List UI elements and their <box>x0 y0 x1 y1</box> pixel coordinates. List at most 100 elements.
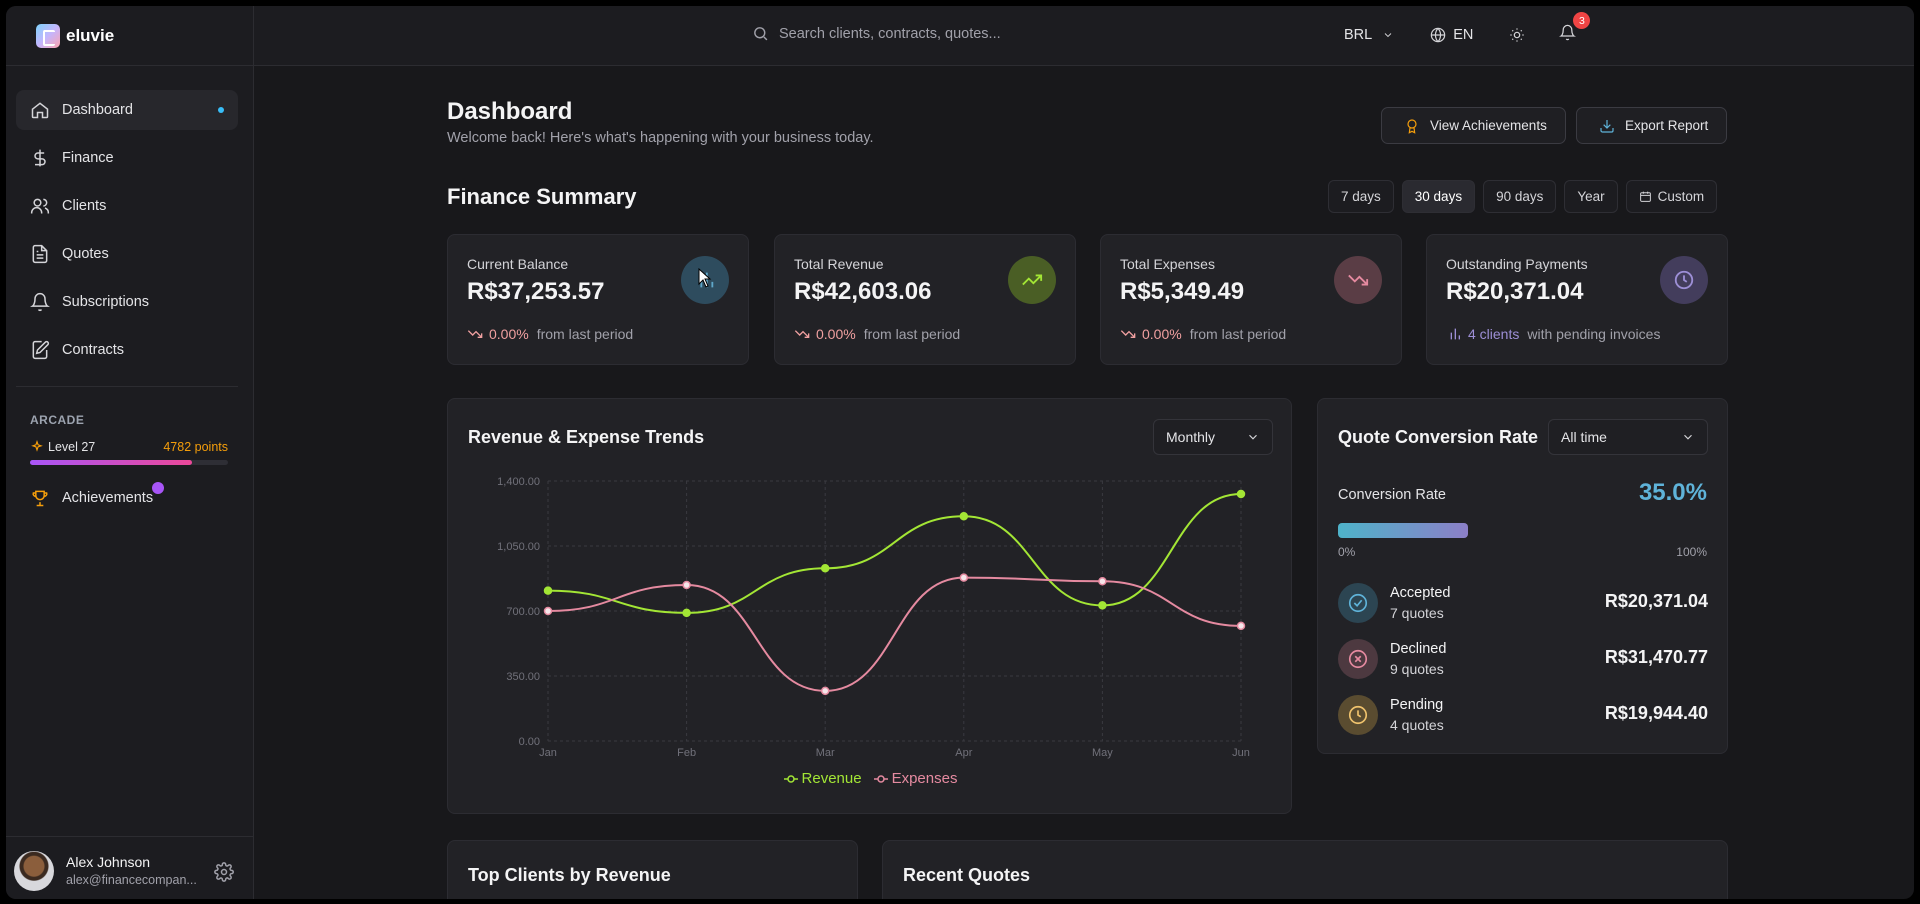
language-value: EN <box>1453 26 1474 43</box>
page-subtitle: Welcome back! Here's what's happening wi… <box>447 130 874 146</box>
legend-revenue[interactable]: Revenue <box>783 770 862 787</box>
quote-amount: R$19,944.40 <box>1604 703 1708 723</box>
data-point-revenue <box>1098 601 1107 610</box>
sidebar-item-finance[interactable]: Finance <box>16 138 238 178</box>
chevron-down-icon <box>1684 434 1692 440</box>
trending-down-icon <box>1348 274 1369 286</box>
stat-value: R$20,371.04 <box>1446 278 1584 305</box>
trends-card: Revenue & Expense Trends Monthly 0.00 350… <box>447 398 1292 814</box>
active-indicator <box>218 107 224 113</box>
quote-row-accepted: Accepted 7 quotes R$20,371.04 <box>1338 583 1708 631</box>
clock-icon <box>1674 270 1694 290</box>
search-icon <box>754 27 768 41</box>
quote-amount: R$31,470.77 <box>1604 647 1708 667</box>
range-90-days[interactable]: 90 days <box>1483 180 1557 213</box>
conversion-title: Quote Conversion Rate <box>1338 427 1539 447</box>
stat-label: Outstanding Payments <box>1446 256 1588 272</box>
range-custom[interactable]: Custom <box>1625 180 1718 213</box>
main-content: Dashboard Welcome back! Here's what's ha… <box>254 66 1914 899</box>
level-text: Level 27 <box>48 440 96 454</box>
data-point-expenses <box>959 573 969 582</box>
top-clients-card: Top Clients by Revenue <box>447 840 858 899</box>
clock-icon <box>1348 705 1368 725</box>
legend-expenses[interactable]: Expenses <box>873 770 957 787</box>
quote-status: Pending <box>1390 697 1444 713</box>
y-tick-label: 0.00 <box>519 736 540 748</box>
stat-change: 0.00% from last period <box>467 326 633 342</box>
topbar: Search clients, contracts, quotes... BRL… <box>254 6 1914 66</box>
sidebar-item-achievements[interactable]: Achievements <box>30 482 164 508</box>
recent-quotes-title: Recent Quotes <box>903 865 1031 885</box>
y-tick-label: 350.00 <box>506 671 540 683</box>
trend-chart: 0.00 350.00 700.00 1,050.00 1,400.00 Jan Feb Ma… <box>497 476 1250 759</box>
check-circle-icon <box>1348 593 1368 613</box>
top-clients-title: Top Clients by Revenue <box>468 865 671 885</box>
conversion-label: Conversion Rate <box>1338 487 1446 503</box>
language-select[interactable]: EN <box>1430 27 1473 43</box>
data-point-revenue <box>820 564 830 573</box>
currency-select[interactable]: BRL <box>1344 27 1394 43</box>
conversion-card: Quote Conversion Rate All time Conversio… <box>1317 398 1728 754</box>
conversion-period-select[interactable]: All time <box>1548 419 1708 455</box>
bell-icon <box>1559 24 1577 41</box>
quote-status: Accepted <box>1390 585 1451 601</box>
page-title: Dashboard <box>447 98 573 125</box>
mouse-cursor-icon <box>698 268 712 288</box>
notifications-button[interactable]: 3 <box>1559 12 1591 45</box>
topbar-actions: BRL EN 3 <box>1344 12 1591 45</box>
level-row: Level 27 4782 points <box>30 440 228 454</box>
sidebar-item-label: Subscriptions <box>62 294 150 310</box>
trending-down-icon <box>794 330 810 338</box>
stat-change-value: 0.00% <box>1142 326 1182 342</box>
sidebar-item-contracts[interactable]: Contracts <box>16 330 238 370</box>
x-tick-label: Mar <box>816 747 835 759</box>
button-label: Export Report <box>1625 118 1709 133</box>
sidebar-item-clients[interactable]: Clients <box>16 186 238 226</box>
data-point-expenses <box>820 686 830 696</box>
contract-icon <box>32 340 50 360</box>
globe-icon <box>1430 27 1446 42</box>
user-profile[interactable]: Alex Johnson alex@financecompan... <box>6 836 254 899</box>
sun-icon[interactable] <box>1509 27 1525 43</box>
arcade-title: ARCADE <box>30 413 85 427</box>
search-input[interactable]: Search clients, contracts, quotes... <box>752 25 1001 42</box>
conversion-rate: 35.0% <box>1638 479 1707 506</box>
range-30-days[interactable]: 30 days <box>1401 180 1476 213</box>
stat-card-expenses: Total Expenses R$5,349.49 0.00% from las… <box>1100 234 1402 365</box>
x-tick-label: Feb <box>677 747 696 759</box>
divider <box>16 386 238 387</box>
export-report-button[interactable]: Export Report <box>1576 107 1727 144</box>
brand-name: eluvie <box>66 26 115 45</box>
logo[interactable]: eluvie <box>36 24 114 48</box>
sidebar-item-subscriptions[interactable]: Subscriptions <box>16 282 238 322</box>
y-tick-label: 700.00 <box>506 606 540 618</box>
q-icon <box>1338 639 1378 679</box>
button-label: View Achievements <box>1430 118 1547 133</box>
user-name: Alex Johnson <box>66 854 151 870</box>
stat-card-outstanding: Outstanding Payments R$20,371.04 4 clien… <box>1426 234 1728 365</box>
data-point-revenue <box>1236 489 1246 499</box>
sidebar-item-quotes[interactable]: Quotes <box>16 234 238 274</box>
stat-value: R$42,603.06 <box>794 278 932 305</box>
range-year[interactable]: Year <box>1564 180 1618 213</box>
data-point-revenue <box>543 586 553 595</box>
view-achievements-button[interactable]: View Achievements <box>1381 107 1566 144</box>
quote-count: 7 quotes <box>1390 605 1444 621</box>
q-icon <box>1338 583 1378 623</box>
quote-amount: R$20,371.04 <box>1604 591 1708 611</box>
app-window: eluvie Dashboard Finance Clients Quotes <box>6 6 1914 899</box>
trending-down-icon <box>467 330 483 338</box>
x-tick-label: Apr <box>955 747 972 759</box>
avatar[interactable] <box>14 851 54 891</box>
data-point-expenses <box>682 580 691 590</box>
range-7-days[interactable]: 7 days <box>1328 180 1394 213</box>
gear-icon[interactable] <box>214 862 234 882</box>
sidebar: eluvie Dashboard Finance Clients Quotes <box>6 6 254 899</box>
stat-change: 0.00% from last period <box>1120 326 1286 342</box>
sidebar-item-dashboard[interactable]: Dashboard <box>16 90 238 130</box>
stat-value: R$5,349.49 <box>1120 278 1245 305</box>
data-point-expenses <box>543 606 553 616</box>
stat-change: 0.00% from last period <box>794 326 960 342</box>
document-icon <box>32 244 48 264</box>
sparkles-icon <box>31 440 43 452</box>
